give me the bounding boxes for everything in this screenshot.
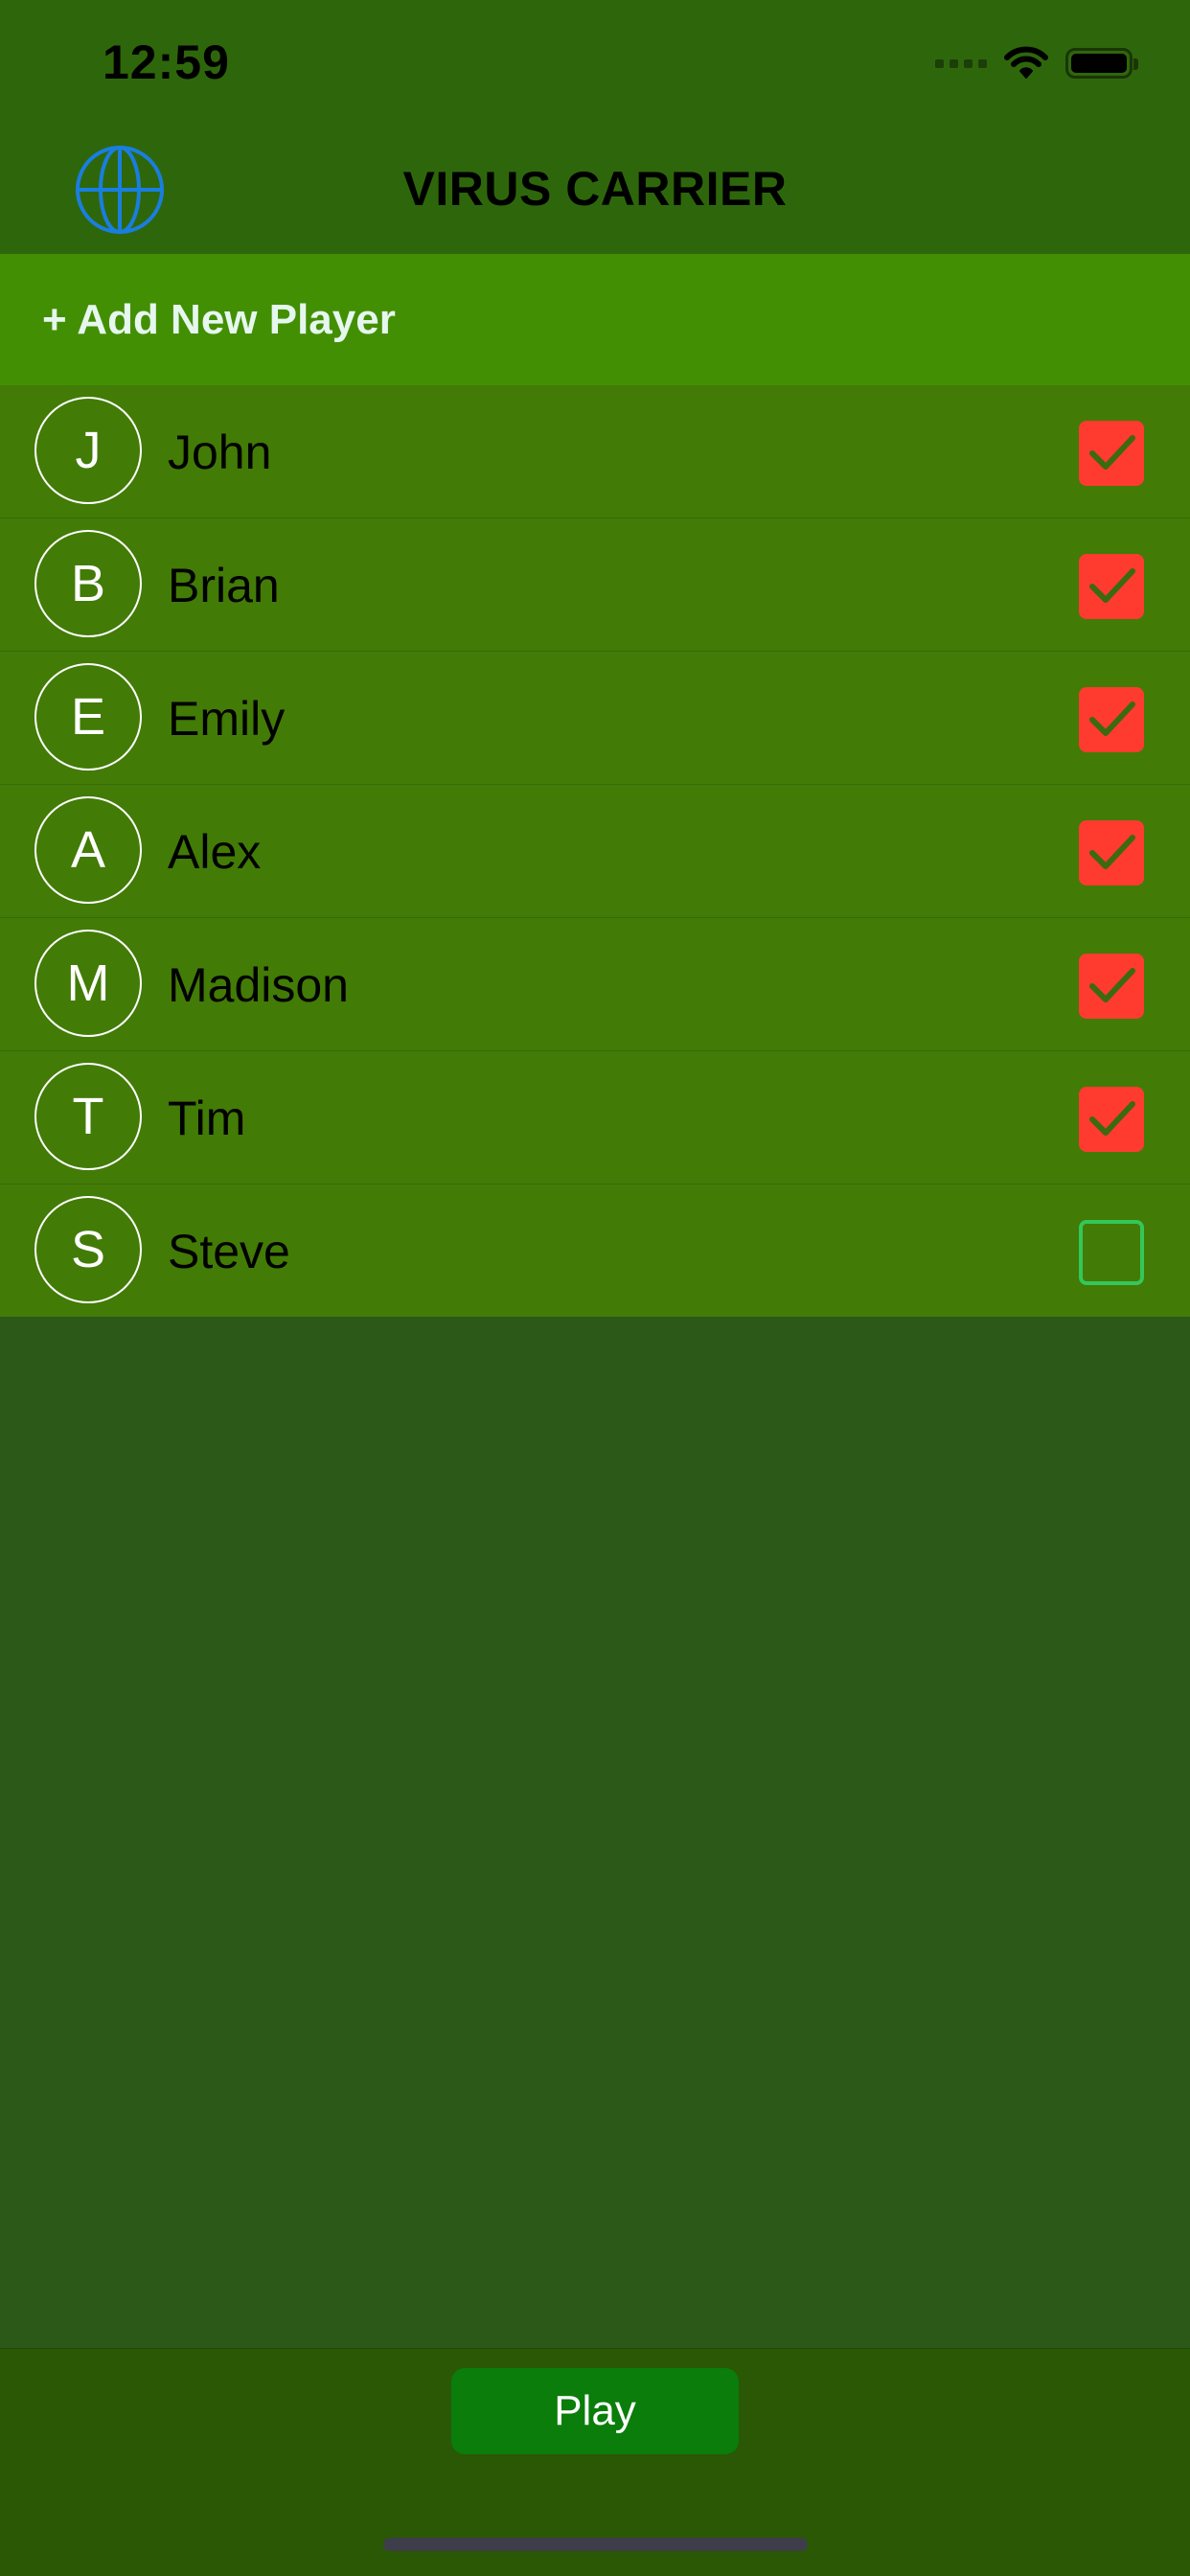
wifi-icon	[1004, 46, 1048, 79]
status-time: 12:59	[103, 35, 230, 89]
player-checkbox[interactable]	[1079, 554, 1144, 619]
player-row[interactable]: E Emily	[0, 652, 1190, 785]
player-avatar: M	[34, 930, 142, 1037]
player-checkbox[interactable]	[1079, 820, 1144, 886]
player-checkbox[interactable]	[1079, 1087, 1144, 1152]
player-list: J John B Brian E Emily A Alex M Madison …	[0, 385, 1190, 1317]
battery-icon	[1065, 48, 1138, 79]
page-title: VIRUS CARRIER	[402, 162, 788, 216]
player-avatar: B	[34, 530, 142, 637]
player-name: John	[168, 425, 272, 479]
checkmark-icon	[1089, 435, 1135, 470]
player-row[interactable]: A Alex	[0, 785, 1190, 918]
status-icons	[935, 42, 1138, 84]
player-name: Tim	[168, 1091, 246, 1145]
add-new-player-button[interactable]: + Add New Player	[0, 254, 1190, 385]
player-name: Madison	[168, 957, 349, 1012]
player-row[interactable]: M Madison	[0, 918, 1190, 1051]
player-name: Steve	[168, 1224, 290, 1278]
player-avatar: A	[34, 796, 142, 904]
player-row[interactable]: B Brian	[0, 518, 1190, 652]
cellular-signal-icon	[935, 58, 987, 68]
player-checkbox[interactable]	[1079, 687, 1144, 752]
player-checkbox[interactable]	[1079, 954, 1144, 1019]
app-screen: 12:59 VIRUS CARRIER + Add New Player J J…	[0, 0, 1190, 2576]
checkmark-icon	[1089, 1101, 1135, 1136]
player-row[interactable]: T Tim	[0, 1051, 1190, 1184]
checkmark-icon	[1089, 702, 1135, 736]
player-name: Alex	[168, 824, 262, 879]
player-avatar: T	[34, 1063, 142, 1170]
player-checkbox[interactable]	[1079, 1220, 1144, 1285]
player-avatar: E	[34, 663, 142, 770]
player-checkbox[interactable]	[1079, 421, 1144, 486]
player-name: Emily	[168, 691, 286, 746]
home-indicator	[383, 2538, 808, 2551]
checkmark-icon	[1089, 835, 1135, 869]
add-new-player-label: + Add New Player	[42, 295, 396, 343]
player-name: Brian	[168, 558, 280, 612]
player-row[interactable]: J John	[0, 385, 1190, 518]
play-button[interactable]: Play	[451, 2368, 739, 2454]
checkmark-icon	[1089, 968, 1135, 1002]
checkmark-icon	[1089, 568, 1135, 603]
player-avatar: S	[34, 1196, 142, 1303]
header: 12:59 VIRUS CARRIER	[0, 0, 1190, 254]
footer-divider	[0, 2348, 1190, 2349]
player-row[interactable]: S Steve	[0, 1184, 1190, 1318]
player-avatar: J	[34, 397, 142, 504]
